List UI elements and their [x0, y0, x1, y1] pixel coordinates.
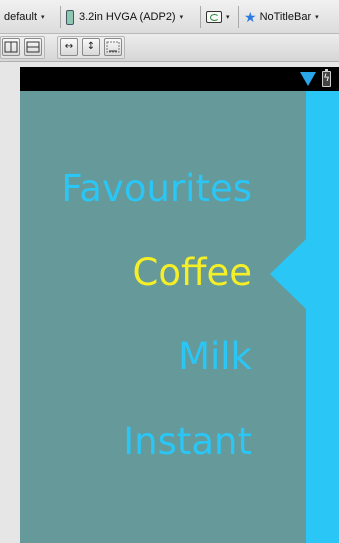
expand-vertical-icon[interactable]: ↕: [82, 38, 100, 56]
split-vertical-icon[interactable]: [2, 38, 20, 56]
battery-icon: ϟ: [322, 69, 331, 87]
selection-pointer: [270, 239, 306, 309]
chevron-down-icon: ▾: [41, 14, 45, 21]
orientation-select[interactable]: ▾: [206, 6, 230, 28]
chevron-down-icon: ▾: [315, 14, 319, 21]
battery-charging-glyph: ϟ: [323, 73, 330, 84]
menu-item-favourites[interactable]: Favourites: [61, 167, 252, 211]
star-icon: ★: [244, 8, 257, 25]
split-horizontal-icon[interactable]: [24, 38, 42, 56]
config-select[interactable]: default ▾: [4, 6, 45, 28]
menu-item-milk[interactable]: Milk: [178, 335, 252, 379]
editor-toolbar: default ▾ 3.2in HVGA (ADP2) ▾ ▾ ★ NoTitl…: [0, 0, 339, 34]
theme-select[interactable]: ★ NoTitleBar ▾: [244, 6, 319, 28]
menu-item-coffee[interactable]: Coffee: [133, 251, 253, 295]
toolbar-divider: [238, 6, 239, 28]
layout-icon[interactable]: [104, 38, 122, 56]
rotate-screen-icon: [206, 11, 222, 23]
chevron-down-icon: ▾: [226, 14, 230, 21]
config-select-label: default: [4, 11, 38, 23]
theme-select-label: NoTitleBar: [259, 11, 312, 23]
toolbar-divider: [60, 6, 61, 28]
wifi-icon: [300, 72, 316, 86]
toolbar-divider: [200, 6, 201, 28]
menu-panel: Favourites Coffee Milk Instant: [20, 91, 306, 543]
chevron-down-icon: ▾: [179, 14, 184, 21]
device-screen: ϟ Favourites Coffee Milk Instant: [20, 67, 339, 543]
phone-icon: [66, 9, 74, 25]
expand-horizontal-icon[interactable]: ↔: [60, 38, 78, 56]
menu-item-instant[interactable]: Instant: [123, 420, 252, 464]
layout-toolbar: ↔ ↕: [0, 34, 339, 62]
status-bar: ϟ: [20, 67, 339, 91]
device-select-label: 3.2in HVGA (ADP2): [79, 11, 176, 23]
device-select[interactable]: 3.2in HVGA (ADP2) ▾: [66, 6, 183, 28]
